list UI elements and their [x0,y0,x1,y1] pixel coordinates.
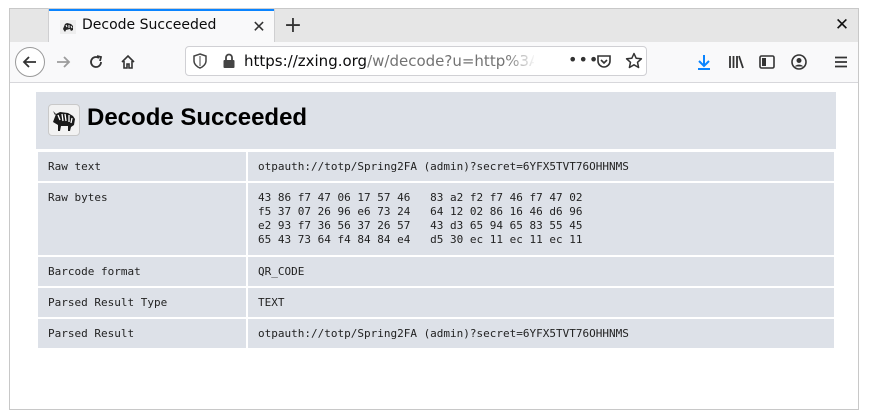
page-content: Decode Succeeded Raw text otpauth://totp… [10,83,858,409]
row-value: 43 86 f7 47 06 17 57 46 83 a2 f2 f7 46 f… [248,183,834,255]
reload-icon [90,55,103,68]
library-button[interactable] [725,51,747,73]
page-header: Decode Succeeded [36,92,836,149]
row-value: otpauth://totp/Spring2FA (admin)?secret=… [248,152,834,181]
row-label: Parsed Result [38,319,246,348]
page-title: Decode Succeeded [87,104,308,131]
tab-decode-succeeded[interactable]: Decode Succeeded ✕ [49,9,274,42]
table-row: Raw bytes 43 86 f7 47 06 17 57 46 83 a2 … [38,183,834,255]
account-button[interactable] [788,51,810,73]
navigation-toolbar: https://zxing.org/w/decode?u=http%3A%2F … [10,42,858,83]
account-icon [791,54,807,70]
row-value: TEXT [248,288,834,317]
zxing-favicon-icon [60,20,76,34]
table-row: Parsed Result otpauth://totp/Spring2FA (… [38,319,834,348]
star-icon[interactable] [625,52,643,70]
forward-button[interactable] [48,47,78,77]
tab-title: Decode Succeeded [82,17,217,33]
forward-arrow-icon [57,56,71,68]
tab-strip: Decode Succeeded ✕ + ✕ [10,9,858,42]
reload-button[interactable] [81,47,111,77]
home-icon [121,54,135,69]
row-label: Parsed Result Type [38,288,246,317]
home-button[interactable] [113,47,143,77]
sidebar-icon [759,55,775,69]
address-bar[interactable]: https://zxing.org/w/decode?u=http%3A%2F … [185,46,647,76]
row-value: QR_CODE [248,257,834,286]
url-host: https://zxing.org [244,52,368,70]
decode-result-table: Raw text otpauth://totp/Spring2FA (admin… [36,150,836,350]
menu-button[interactable] [830,51,852,73]
raw-bytes-text: 43 86 f7 47 06 17 57 46 83 a2 f2 f7 46 f… [258,191,583,246]
back-arrow-icon [22,56,36,68]
tab-close-icon[interactable]: ✕ [248,15,270,37]
library-icon [729,55,744,69]
row-value: otpauth://totp/Spring2FA (admin)?secret=… [248,319,834,348]
lock-icon[interactable] [222,53,236,69]
browser-window: Decode Succeeded ✕ + ✕ https://zxing.org… [9,8,859,410]
tracking-shield-icon[interactable] [192,53,208,69]
sidebar-button[interactable] [756,51,778,73]
downloads-button[interactable] [693,51,715,73]
page-actions-icon[interactable]: ••• [568,50,599,69]
window-close-button[interactable]: ✕ [832,15,852,35]
row-label: Raw text [38,152,246,181]
hamburger-menu-icon [835,56,847,68]
table-row: Barcode format QR_CODE [38,257,834,286]
pocket-icon[interactable] [596,53,612,69]
download-icon [698,55,710,70]
table-row: Parsed Result Type TEXT [38,288,834,317]
row-label: Barcode format [38,257,246,286]
zxing-logo-icon [48,104,80,136]
back-button[interactable] [15,47,45,77]
row-label: Raw bytes [38,183,246,255]
new-tab-button[interactable]: + [280,12,306,38]
url-fade [506,49,536,73]
table-row: Raw text otpauth://totp/Spring2FA (admin… [38,152,834,181]
url-text[interactable]: https://zxing.org/w/decode?u=http%3A%2F [244,52,534,70]
